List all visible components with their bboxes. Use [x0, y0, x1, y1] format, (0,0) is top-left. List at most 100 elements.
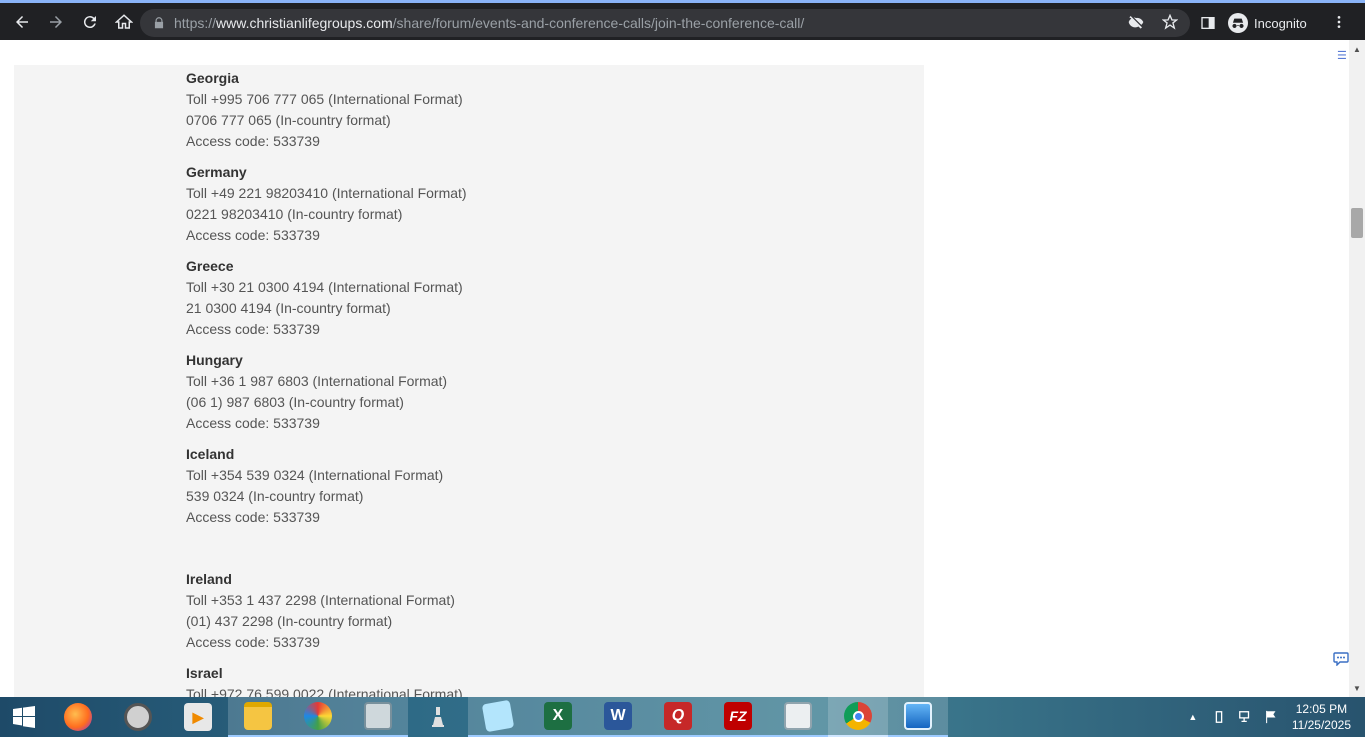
- url-path: /share/forum/events-and-conference-calls…: [392, 15, 805, 31]
- star-icon[interactable]: [1162, 14, 1178, 30]
- country-name: Ireland: [186, 571, 232, 587]
- country-entry-georgia: Georgia Toll +995 706 777 065 (Internati…: [186, 68, 463, 152]
- clock-date: 11/25/2025: [1291, 718, 1351, 732]
- incognito-profile-button[interactable]: Incognito: [1224, 13, 1317, 33]
- taskbar-clock[interactable]: 12:05 PM 11/25/2025: [1292, 701, 1351, 733]
- taskbar-app-calculator[interactable]: [348, 697, 408, 737]
- kebab-menu-icon: [1337, 15, 1341, 28]
- firefox-icon: [64, 703, 92, 731]
- url-scheme: https://: [174, 15, 217, 31]
- windows-taskbar: ▶ X W Q FZ ▲ 12:05 PM 11/25/2025: [0, 697, 1365, 737]
- local-number: 539 0324 (In-country format): [186, 488, 364, 504]
- country-name: Germany: [186, 164, 247, 180]
- excel-icon: X: [544, 702, 572, 730]
- web-page: Georgia Toll +995 706 777 065 (Internati…: [0, 40, 1349, 697]
- country-name: Greece: [186, 258, 234, 274]
- microscope-icon: [424, 703, 452, 731]
- toll-number: Toll +972 76 599 0022 (International For…: [186, 686, 463, 697]
- back-button[interactable]: [6, 6, 38, 38]
- play-icon: ▶: [184, 703, 212, 731]
- taskbar-app-excel[interactable]: X: [528, 697, 588, 737]
- content-area: Georgia Toll +995 706 777 065 (Internati…: [14, 65, 924, 697]
- reload-icon: [83, 15, 96, 28]
- menu-button[interactable]: [1331, 14, 1347, 33]
- local-number: 0221 98203410 (In-country format): [186, 206, 403, 222]
- filezilla-icon: FZ: [724, 702, 752, 730]
- address-bar[interactable]: https://www.christianlifegroups.com/shar…: [140, 9, 1190, 37]
- monitor-chart-icon: [784, 702, 812, 730]
- taskbar-app-video-player[interactable]: ▶: [168, 697, 228, 737]
- home-button[interactable]: [108, 6, 140, 38]
- menu-icon[interactable]: ☰: [1337, 49, 1347, 62]
- network-icon[interactable]: [1237, 709, 1253, 725]
- taskbar-app-media-player[interactable]: [108, 697, 168, 737]
- arrow-left-icon: [16, 15, 28, 28]
- vertical-scrollbar[interactable]: ▲ ▼: [1349, 40, 1365, 697]
- access-code: Access code: 533739: [186, 415, 320, 431]
- taskbar-app-photos[interactable]: [888, 697, 948, 737]
- country-entry-iceland: Iceland Toll +354 539 0324 (Internationa…: [186, 444, 443, 528]
- notepad-icon: [481, 699, 515, 733]
- quicken-icon: Q: [664, 702, 692, 730]
- toll-number: Toll +995 706 777 065 (International For…: [186, 91, 463, 107]
- taskbar-app-quicken[interactable]: Q: [648, 697, 708, 737]
- taskbar-app-word[interactable]: W: [588, 697, 648, 737]
- url-host: www.christianlifegroups.com: [216, 15, 393, 31]
- clock-time: 12:05 PM: [1295, 702, 1348, 716]
- taskbar-app-file-explorer[interactable]: [228, 697, 288, 737]
- taskbar-app-performance-monitor[interactable]: [768, 697, 828, 737]
- taskbar-app-screen-tool[interactable]: [408, 697, 468, 737]
- usb-device-icon[interactable]: [1211, 709, 1227, 725]
- scroll-thumb[interactable]: [1351, 208, 1363, 238]
- flag-icon[interactable]: [1263, 709, 1279, 725]
- taskbar-app-chrome[interactable]: [828, 697, 888, 737]
- system-tray: ▲ 12:05 PM 11/25/2025: [1180, 697, 1365, 737]
- browser-toolbar: https://www.christianlifegroups.com/shar…: [0, 0, 1365, 40]
- country-name: Israel: [186, 665, 223, 681]
- toll-number: Toll +353 1 437 2298 (International Form…: [186, 592, 455, 608]
- local-number: 21 0300 4194 (In-country format): [186, 300, 391, 316]
- country-name: Georgia: [186, 70, 239, 86]
- scroll-up-arrow-icon[interactable]: ▲: [1349, 42, 1365, 56]
- home-icon: [115, 13, 133, 29]
- start-button[interactable]: [0, 697, 48, 737]
- toll-number: Toll +36 1 987 6803 (International Forma…: [186, 373, 448, 389]
- forward-button[interactable]: [40, 6, 72, 38]
- country-entry-hungary: Hungary Toll +36 1 987 6803 (Internation…: [186, 350, 447, 434]
- country-name: Iceland: [186, 446, 235, 462]
- word-icon: W: [604, 702, 632, 730]
- palette-icon: [304, 702, 332, 730]
- country-name: Hungary: [186, 352, 243, 368]
- film-reel-icon: [124, 703, 152, 731]
- access-code: Access code: 533739: [186, 321, 320, 337]
- scroll-down-arrow-icon[interactable]: ▼: [1349, 681, 1365, 695]
- local-number: (01) 437 2298 (In-country format): [186, 613, 393, 629]
- taskbar-app-paint[interactable]: [288, 697, 348, 737]
- side-panel-icon[interactable]: [1200, 15, 1216, 31]
- profile-label: Incognito: [1254, 15, 1307, 31]
- toll-number: Toll +30 21 0300 4194 (International For…: [186, 279, 463, 295]
- country-entry-greece: Greece Toll +30 21 0300 4194 (Internatio…: [186, 256, 463, 340]
- toll-number: Toll +49 221 98203410 (International For…: [186, 185, 467, 201]
- country-entry-ireland: Ireland Toll +353 1 437 2298 (Internatio…: [186, 569, 455, 653]
- access-code: Access code: 533739: [186, 133, 320, 149]
- taskbar-app-notepad[interactable]: [468, 697, 528, 737]
- toll-number: Toll +354 539 0324 (International Format…: [186, 467, 444, 483]
- country-entry-israel: Israel Toll +972 76 599 0022 (Internatio…: [186, 663, 463, 697]
- taskbar-app-filezilla[interactable]: FZ: [708, 697, 768, 737]
- chevron-up-icon[interactable]: ▲: [1185, 709, 1201, 725]
- photo-icon: [904, 702, 932, 730]
- local-number: 0706 777 065 (In-country format): [186, 112, 391, 128]
- arrow-right-icon: [50, 15, 62, 28]
- windows-logo-icon: [13, 706, 35, 728]
- browser-actions: Incognito: [1200, 9, 1347, 37]
- reload-button[interactable]: [74, 6, 106, 38]
- access-code: Access code: 533739: [186, 227, 320, 243]
- chrome-icon: [844, 702, 872, 730]
- eye-off-icon[interactable]: [1128, 14, 1144, 30]
- incognito-icon: [1228, 13, 1248, 33]
- lock-icon: [154, 17, 164, 29]
- taskbar-app-firefox[interactable]: [48, 697, 108, 737]
- calculator-icon: [364, 702, 392, 730]
- chat-bubble-icon[interactable]: [1333, 652, 1349, 666]
